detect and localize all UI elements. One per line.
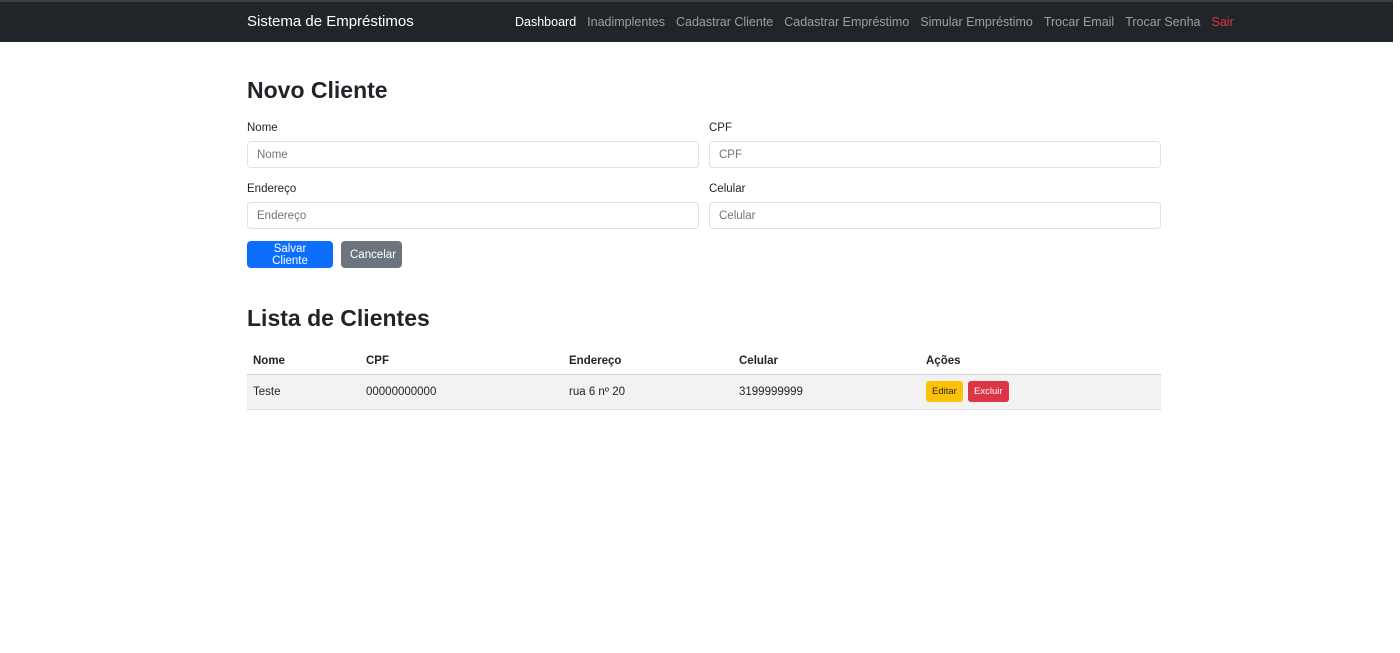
nav-link-cadastrar-emprestimo[interactable]: Cadastrar Empréstimo (784, 15, 909, 29)
edit-button[interactable]: Editar (926, 381, 963, 402)
cell-nome: Teste (247, 374, 360, 410)
top-navbar: Sistema de Empréstimos Dashboard Inadimp… (0, 0, 1393, 42)
nome-label: Nome (247, 122, 278, 134)
column-header-celular: Celular (733, 348, 920, 375)
nav-link-inadimplentes[interactable]: Inadimplentes (587, 15, 665, 29)
table-header-row: Nome CPF Endereço Celular Ações (247, 348, 1161, 375)
endereco-field-group: Endereço (247, 183, 699, 229)
cell-acoes: Editar Excluir (920, 374, 1161, 410)
celular-field-group: Celular (709, 183, 1161, 229)
nav-link-cadastrar-cliente[interactable]: Cadastrar Cliente (676, 15, 773, 29)
endereco-input[interactable] (247, 202, 699, 229)
column-header-nome: Nome (247, 348, 360, 375)
column-header-cpf: CPF (360, 348, 563, 375)
cell-endereco: rua 6 nº 20 (563, 374, 733, 410)
nav-link-dashboard[interactable]: Dashboard (515, 15, 576, 29)
cancel-button[interactable]: Cancelar (341, 241, 402, 268)
column-header-acoes: Ações (920, 348, 1161, 375)
navbar-links: Dashboard Inadimplentes Cadastrar Client… (515, 15, 1234, 29)
clients-table: Nome CPF Endereço Celular Ações Teste 00… (247, 348, 1161, 410)
cpf-field-group: CPF (709, 122, 1161, 168)
cell-celular: 3199999999 (733, 374, 920, 410)
nav-link-simular-emprestimo[interactable]: Simular Empréstimo (920, 15, 1033, 29)
nav-link-trocar-senha[interactable]: Trocar Senha (1125, 15, 1200, 29)
cpf-label: CPF (709, 122, 732, 134)
nav-link-trocar-email[interactable]: Trocar Email (1044, 15, 1114, 29)
celular-input[interactable] (709, 202, 1161, 229)
list-title: Lista de Clientes (247, 305, 430, 331)
celular-label: Celular (709, 183, 746, 195)
form-title: Novo Cliente (247, 77, 388, 103)
save-client-button[interactable]: Salvar Cliente (247, 241, 333, 268)
column-header-endereco: Endereço (563, 348, 733, 375)
nome-field-group: Nome (247, 122, 699, 168)
delete-button[interactable]: Excluir (968, 381, 1009, 402)
table-row: Teste 00000000000 rua 6 nº 20 3199999999… (247, 374, 1161, 410)
navbar-brand[interactable]: Sistema de Empréstimos (247, 13, 414, 30)
nav-link-sair[interactable]: Sair (1212, 15, 1234, 29)
cpf-input[interactable] (709, 141, 1161, 168)
nome-input[interactable] (247, 141, 699, 168)
cell-cpf: 00000000000 (360, 374, 563, 410)
endereco-label: Endereço (247, 183, 297, 195)
